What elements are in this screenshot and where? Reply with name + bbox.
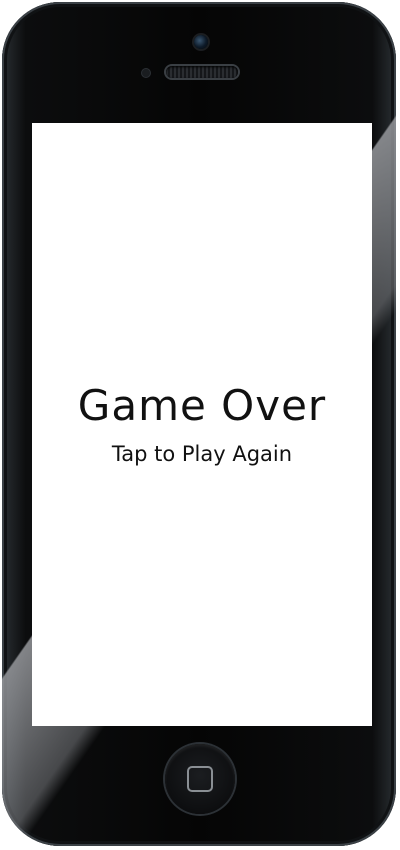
speaker-grille bbox=[166, 66, 238, 78]
home-button[interactable] bbox=[165, 744, 235, 814]
game-over-title: Game Over bbox=[77, 381, 327, 430]
game-screen[interactable]: Game Over Tap to Play Again bbox=[32, 123, 372, 726]
phone-frame: Game Over Tap to Play Again bbox=[2, 2, 396, 846]
camera-icon bbox=[194, 35, 208, 49]
proximity-sensor bbox=[142, 69, 150, 77]
home-button-icon bbox=[187, 766, 213, 792]
play-again-prompt[interactable]: Tap to Play Again bbox=[32, 442, 372, 466]
